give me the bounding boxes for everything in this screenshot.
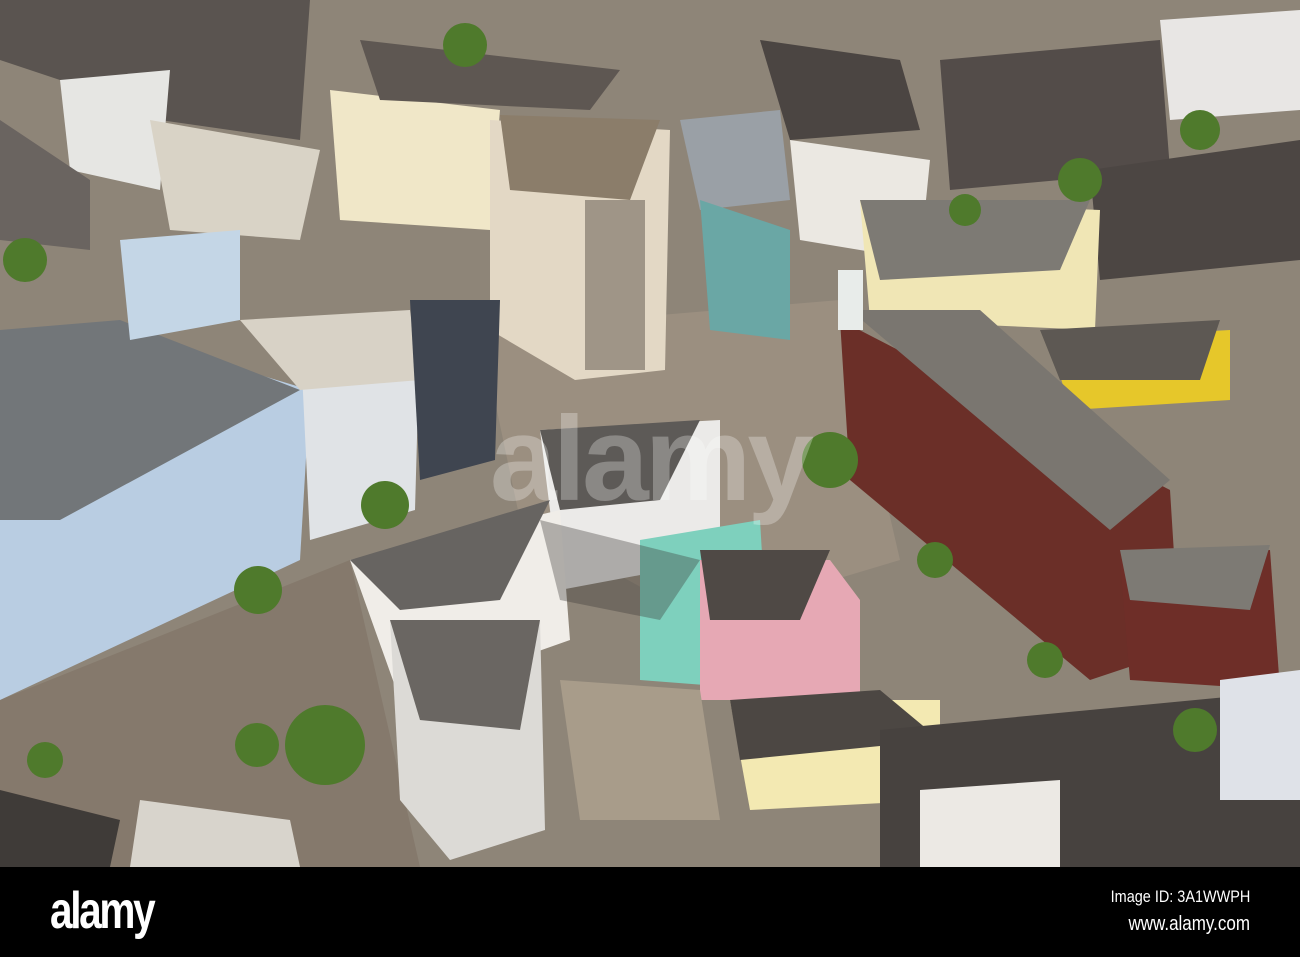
watermark-footer: alamy Image ID: 3A1WWPH www.alamy.com xyxy=(0,867,1300,957)
image-id: Image ID: 3A1WWPH xyxy=(1110,887,1250,906)
website-url: www.alamy.com xyxy=(1128,913,1250,935)
alamy-logo: alamy xyxy=(50,882,156,940)
aerial-photo xyxy=(0,0,1300,867)
